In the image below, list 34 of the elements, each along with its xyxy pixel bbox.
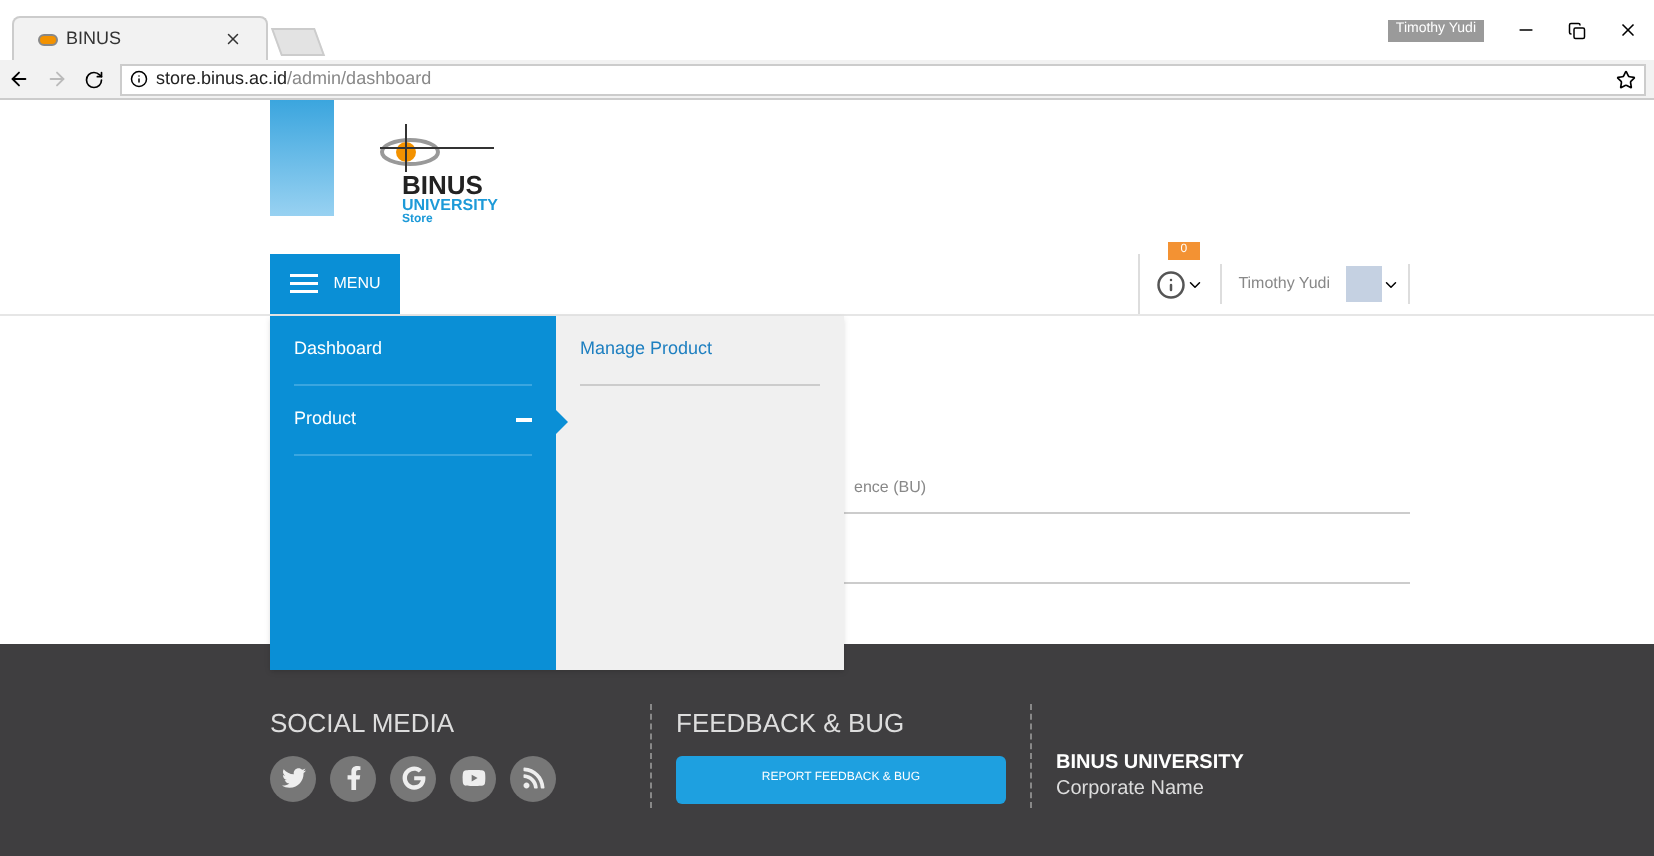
facebook-icon[interactable] (330, 755, 376, 801)
field-label: ence (BU) (854, 478, 927, 496)
reload-icon[interactable] (84, 69, 104, 89)
logo-eye-drawing (374, 124, 494, 172)
logo-subtitle: UNIVERSITY (402, 198, 499, 214)
org-subtitle: Corporate Name (1056, 777, 1206, 802)
social-media-title: SOCIAL MEDIA (270, 706, 456, 742)
bookmark-star-icon[interactable] (1616, 69, 1636, 89)
avatar-icon (1346, 266, 1382, 302)
submenu-item[interactable]: Manage Product (580, 316, 820, 386)
info-icon (130, 70, 148, 88)
eye-logo-icon (38, 33, 58, 45)
close-icon[interactable] (224, 30, 242, 48)
address-field[interactable]: store.binus.ac.id/admin/dashboard (120, 63, 1646, 95)
url-text: store.binus.ac.id/admin/dashboard (156, 65, 434, 92)
google-icon[interactable] (390, 755, 436, 801)
back-icon[interactable] (8, 68, 30, 90)
browser-tab[interactable]: BINUS (12, 16, 268, 60)
menu-item[interactable]: Dashboard (294, 316, 532, 386)
rss-icon[interactable] (510, 755, 556, 801)
youtube-icon[interactable] (450, 755, 496, 801)
user-name[interactable]: Timothy Yudi (1238, 272, 1330, 296)
close-icon[interactable] (1618, 20, 1638, 41)
menu-item[interactable]: Product (294, 386, 532, 456)
logo-squares-drawing (270, 100, 334, 216)
info-icon[interactable] (1156, 269, 1187, 299)
restore-icon[interactable] (1568, 21, 1586, 40)
org-name: BINUS UNIVERSITY (1056, 752, 1244, 777)
tab-title: BINUS (66, 25, 124, 52)
twitter-icon[interactable] (270, 755, 316, 801)
menu-button[interactable]: MENU (270, 254, 400, 314)
feedback-title: FEEDBACK & BUG (676, 706, 907, 742)
logo-name: BINUS (402, 172, 483, 198)
hamburger-icon (289, 274, 318, 294)
